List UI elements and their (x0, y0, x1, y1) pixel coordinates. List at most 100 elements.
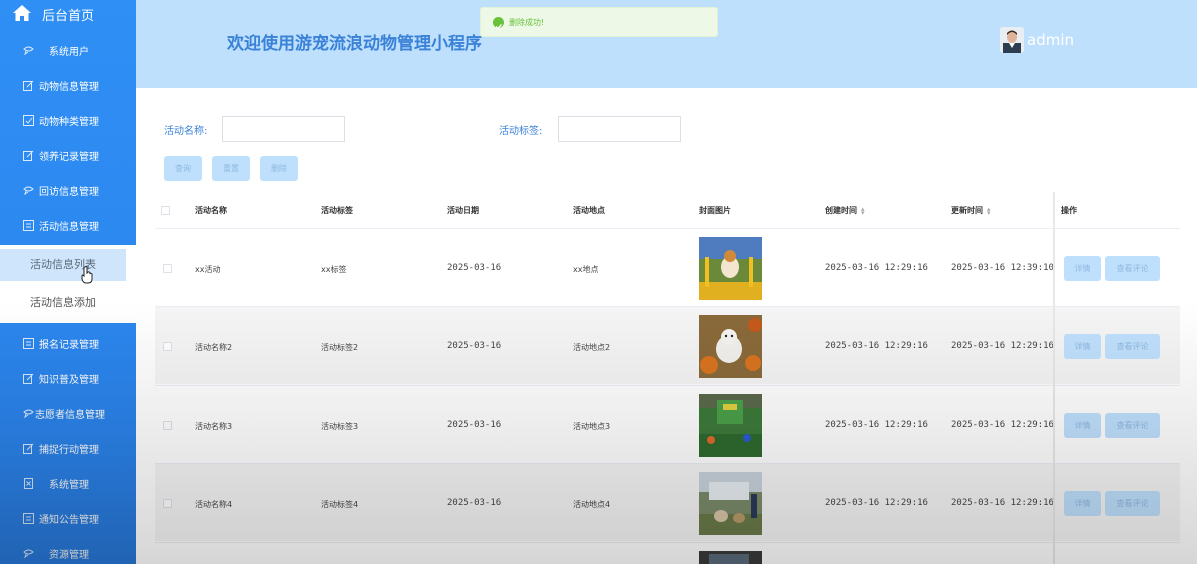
sidebar-item-label: 动物信息管理 (39, 81, 99, 93)
sidebar-item-animal-info[interactable]: 动物信息管理 (0, 70, 136, 100)
edit-icon (23, 512, 34, 524)
delete-button[interactable]: 删除 (260, 156, 298, 181)
view-comments-button[interactable]: 查看评论 (1105, 334, 1160, 359)
row-checkbox[interactable] (163, 421, 172, 430)
sidebar-item-capture[interactable]: 捕捉行动管理 (0, 433, 136, 463)
table-row: 活动名称3 活动标签3 2025-03-16 活动地点3 2025-03-16 … (155, 385, 1180, 463)
column-header-created[interactable]: 创建时间 ▴ ▾ (825, 205, 865, 216)
column-header-updated[interactable]: 更新时间 ▴ ▾ (951, 205, 991, 216)
sidebar-item-activity[interactable]: 活动信息管理 (0, 210, 136, 240)
document-icon (24, 477, 33, 489)
cell-updated: 2025-03-16 12:29:16 (951, 420, 1054, 430)
edit-icon (23, 150, 34, 161)
cell-updated: 2025-03-16 12:29:16 (951, 498, 1054, 508)
cell-place: 活动地点2 (573, 343, 611, 352)
cover-image[interactable] (699, 472, 762, 535)
cell-name: 活动名称2 (195, 343, 233, 352)
edit-icon (23, 114, 34, 126)
detail-button[interactable]: 详情 (1064, 334, 1101, 359)
row-checkbox[interactable] (163, 342, 172, 351)
cover-image[interactable] (699, 394, 762, 457)
sidebar-item-label: 系统管理 (49, 479, 89, 491)
cell-tag: 活动标签2 (321, 343, 359, 352)
row-checkbox[interactable] (163, 499, 172, 508)
column-header: 活动日期 (447, 206, 479, 215)
sidebar-item-adoption[interactable]: 领养记录管理 (0, 140, 136, 170)
sidebar-item-label: 资源管理 (49, 549, 89, 561)
cell-updated: 2025-03-16 12:29:16 (951, 341, 1054, 351)
activity-tag-label: 活动标签: (499, 126, 543, 137)
sidebar-item-label: 系统用户 (49, 46, 89, 58)
column-header: 活动标签 (321, 206, 353, 215)
toast-message: 删除成功! (509, 18, 545, 27)
cell-tag: 活动标签4 (321, 500, 359, 509)
cell-date: 2025-03-16 (447, 263, 502, 273)
column-header-label: 创建时间 (825, 206, 857, 215)
cover-image[interactable] (699, 237, 762, 300)
sidebar-item-system-users[interactable]: 系统用户 (0, 35, 136, 65)
view-comments-button[interactable]: 查看评论 (1105, 413, 1160, 438)
cell-place: 活动地点4 (573, 500, 611, 509)
view-comments-button[interactable]: 查看评论 (1105, 491, 1160, 516)
sidebar-item-label: 通知公告管理 (39, 514, 99, 526)
activity-name-label: 活动名称: (164, 126, 208, 137)
detail-button[interactable]: 详情 (1064, 413, 1101, 438)
cell-created: 2025-03-16 12:29:16 (825, 341, 928, 351)
row-checkbox[interactable] (163, 264, 172, 273)
cell-name: xx活动 (195, 265, 221, 274)
sidebar: 后台首页 系统用户 动物信息管理 动物种类管理 领养记录管理 回访信息管理 活动… (0, 0, 136, 564)
activity-name-input[interactable] (222, 116, 345, 142)
edit-icon (23, 443, 34, 454)
sidebar-item-label: 报名记录管理 (39, 339, 99, 351)
cell-date: 2025-03-16 (447, 341, 502, 351)
username-label[interactable]: admin (1027, 31, 1074, 49)
sidebar-item-label: 知识普及管理 (39, 374, 99, 386)
user-avatar-icon (1000, 27, 1024, 53)
sidebar-item-knowledge[interactable]: 知识普及管理 (0, 363, 136, 393)
sidebar-item-label: 捕捉行动管理 (39, 444, 99, 456)
sidebar-item-label: 回访信息管理 (39, 186, 99, 198)
view-comments-button[interactable]: 查看评论 (1105, 256, 1160, 281)
cell-place: 活动地点3 (573, 422, 611, 431)
sidebar-item-notice[interactable]: 通知公告管理 (0, 503, 136, 533)
cell-tag: 活动标签3 (321, 422, 359, 431)
avatar[interactable] (1000, 27, 1024, 53)
sidebar-home[interactable]: 后台首页 (0, 0, 136, 28)
cell-name: 活动名称4 (195, 500, 233, 509)
sidebar-item-animal-species[interactable]: 动物种类管理 (0, 105, 136, 135)
cell-date: 2025-03-16 (447, 420, 502, 430)
sidebar-item-label: 志愿者信息管理 (35, 409, 105, 421)
detail-button[interactable]: 详情 (1064, 491, 1101, 516)
detail-button[interactable]: 详情 (1064, 256, 1101, 281)
cover-image[interactable] (699, 315, 762, 378)
sort-icon[interactable]: ▴ ▾ (861, 205, 865, 216)
cell-date: 2025-03-16 (447, 498, 502, 508)
column-header: 活动名称 (195, 206, 227, 215)
sort-icon[interactable]: ▴ ▾ (987, 205, 991, 216)
select-all-checkbox[interactable] (161, 206, 170, 215)
table-row (155, 542, 1180, 564)
hand-cursor-icon (81, 266, 93, 284)
activity-tag-input[interactable] (558, 116, 681, 142)
sidebar-item-system[interactable]: 系统管理 (0, 468, 136, 498)
sidebar-item-label: 动物种类管理 (39, 116, 99, 128)
submenu-activity-list[interactable]: 活动信息列表 (0, 249, 126, 281)
cover-image[interactable] (699, 551, 762, 564)
sidebar-item-signup[interactable]: 报名记录管理 (0, 328, 136, 358)
fixed-column-divider (1053, 192, 1055, 564)
submenu-activity-add[interactable]: 活动信息添加 (0, 287, 126, 319)
cell-name: 活动名称3 (195, 422, 233, 431)
edit-icon (23, 337, 34, 349)
column-header: 操作 (1061, 206, 1077, 215)
sidebar-item-label: 活动信息管理 (39, 221, 99, 233)
edit-icon (23, 80, 34, 91)
sidebar-item-resource[interactable]: 资源管理 (0, 538, 136, 564)
sidebar-item-revisit[interactable]: 回访信息管理 (0, 175, 136, 205)
page-title: 欢迎使用游宠流浪动物管理小程序 (227, 34, 482, 54)
cell-created: 2025-03-16 12:29:16 (825, 420, 928, 430)
home-label: 后台首页 (42, 9, 95, 24)
sidebar-item-volunteer[interactable]: 志愿者信息管理 (0, 398, 136, 428)
reset-button[interactable]: 重置 (212, 156, 250, 181)
query-button[interactable]: 查询 (164, 156, 202, 181)
cell-tag: xx标签 (321, 265, 347, 274)
